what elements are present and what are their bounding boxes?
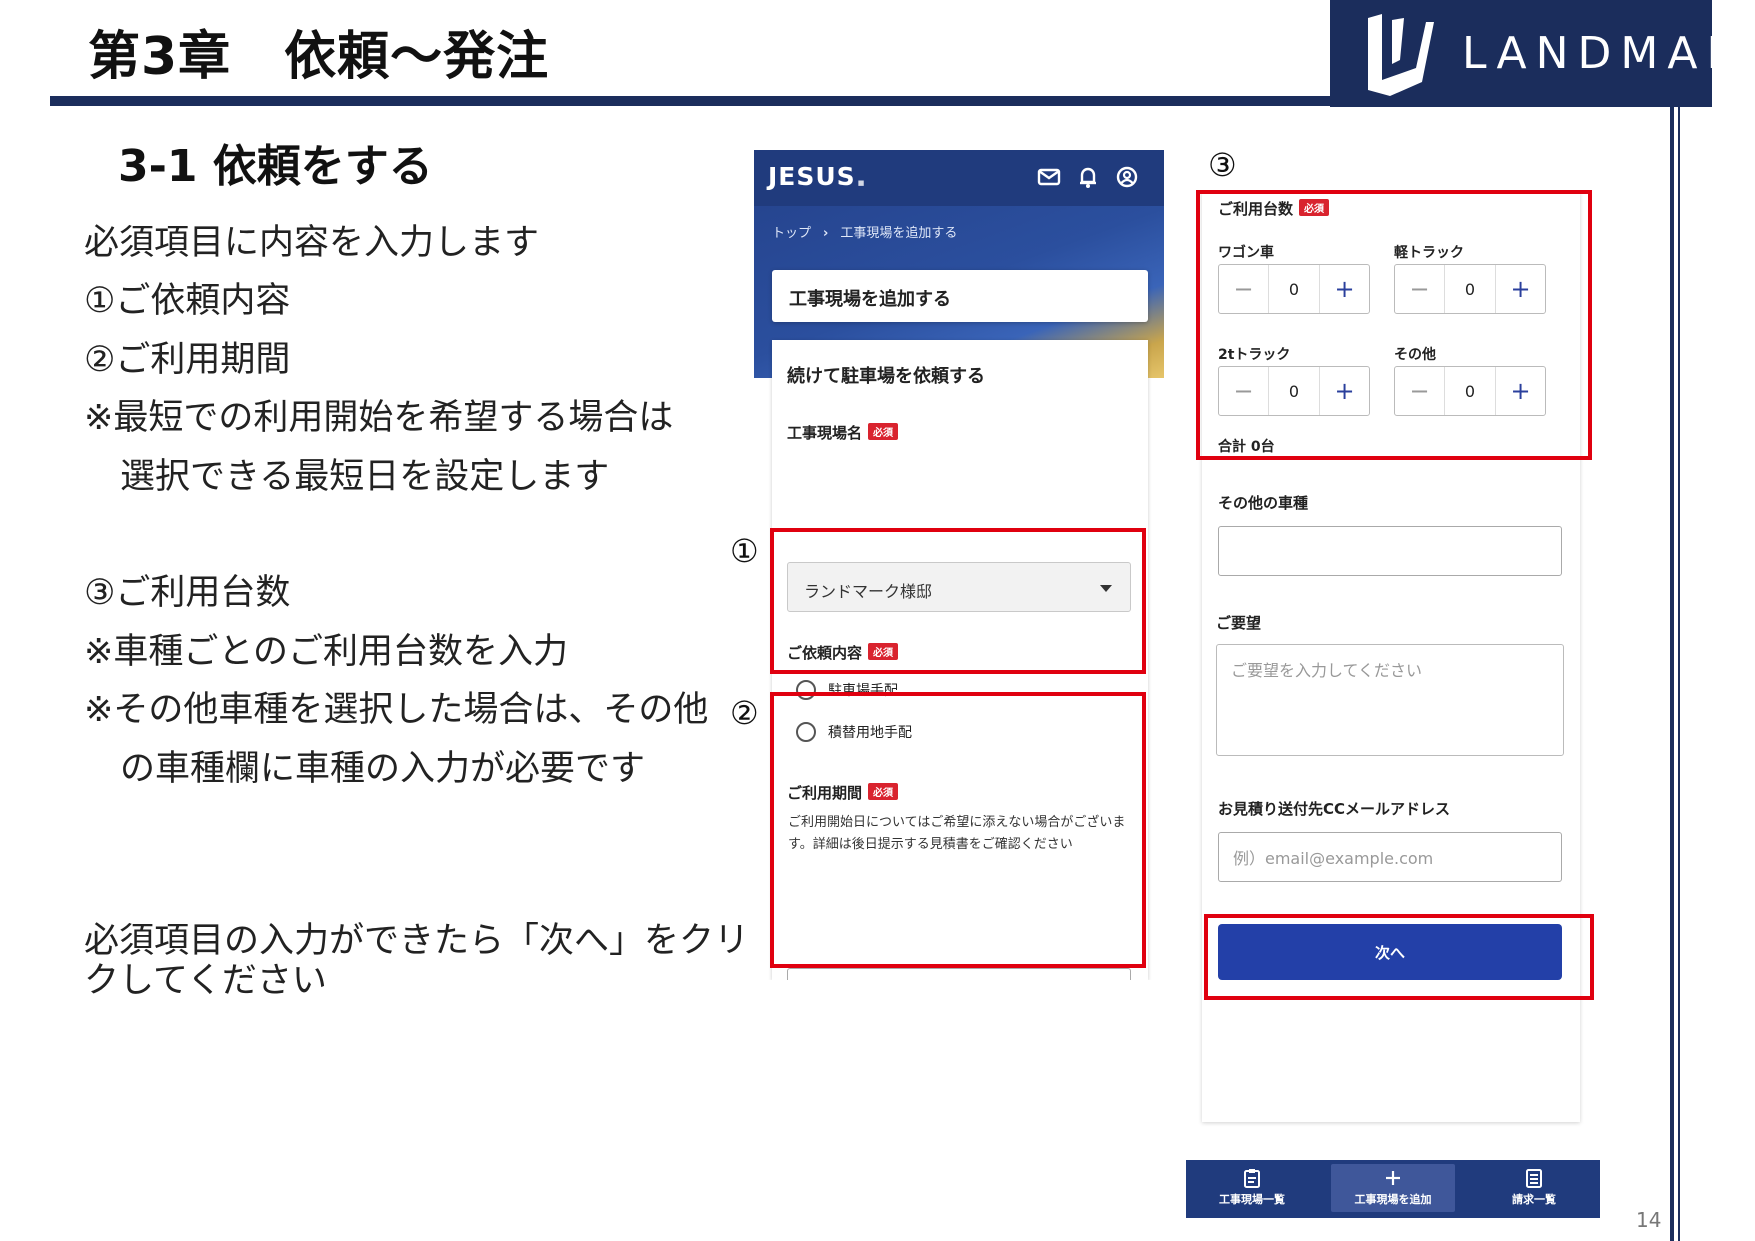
section-title: 3-1 依頼をする: [118, 141, 433, 192]
site-name-label-text: 工事現場名: [787, 424, 863, 442]
nav-label: 工事現場一覧: [1219, 1193, 1285, 1206]
account-icon[interactable]: [1114, 164, 1140, 190]
document-list-icon: [1526, 1169, 1542, 1188]
breadcrumb: トップ › 工事現場を追加する: [772, 222, 957, 241]
breadcrumb-current: 工事現場を追加する: [840, 226, 958, 241]
logo-text: LANDMARK: [1462, 28, 1755, 79]
description-line: クしてください: [84, 961, 327, 1001]
landmark-logo-icon: [1368, 14, 1434, 96]
callout-2: ②: [730, 694, 759, 732]
site-name-label: 工事現場名 必須: [787, 422, 899, 443]
other-vehicle-type-label: その他の車種: [1218, 494, 1309, 512]
description-line: ③ご利用台数: [84, 573, 291, 613]
header-rule: [50, 96, 1330, 106]
nav-item-site-list[interactable]: 工事現場一覧: [1190, 1164, 1314, 1212]
callout-1: ①: [730, 532, 759, 570]
logo: LANDMARK: [1330, 0, 1755, 107]
cc-email-label: お見積り送付先CCメールアドレス: [1218, 800, 1451, 818]
right-rule-thin: [1678, 107, 1680, 1241]
form-heading: 続けて駐車場を依頼する: [787, 366, 985, 387]
mail-icon[interactable]: [1036, 164, 1062, 190]
description-line: ①ご依頼内容: [84, 281, 291, 321]
plus-icon: [1386, 1171, 1400, 1185]
cc-email-input[interactable]: 例）email@example.com: [1218, 832, 1562, 882]
description-line: ※最短での利用開始を希望する場合は: [84, 398, 674, 438]
brand-name: JESUS: [768, 162, 856, 191]
bell-icon[interactable]: [1075, 164, 1101, 190]
required-badge: 必須: [868, 423, 899, 440]
highlight-box-request-type: [770, 528, 1146, 674]
highlight-box-vehicle-count: [1196, 190, 1592, 460]
other-vehicle-type-input[interactable]: [1218, 526, 1562, 576]
breadcrumb-top[interactable]: トップ: [772, 222, 811, 241]
description-line: の車種欄に車種の入力が必要です: [120, 749, 646, 789]
description-line: 選択できる最短日を設定します: [120, 457, 610, 497]
description-line: ※その他車種を選択した場合は、その他: [84, 690, 709, 730]
clipboard-icon: [1244, 1169, 1260, 1188]
page-title: 工事現場を追加する: [789, 289, 951, 310]
nav-item-invoice-list[interactable]: 請求一覧: [1472, 1164, 1596, 1212]
page-number: 14: [1636, 1208, 1662, 1232]
description-line: ②ご利用期間: [84, 340, 291, 380]
request-notes-textarea[interactable]: ご要望を入力してください: [1216, 644, 1564, 756]
nav-label: 請求一覧: [1512, 1193, 1556, 1206]
highlight-box-period: [770, 692, 1146, 968]
request-notes-placeholder: ご要望を入力してください: [1231, 661, 1423, 680]
callout-3: ③: [1208, 146, 1237, 184]
page-title-card: 工事現場を追加する: [772, 270, 1148, 322]
description-line: 必須項目に内容を入力します: [84, 223, 540, 263]
chevron-right-icon: ›: [823, 226, 829, 241]
app-bar: JESUS ■: [754, 150, 1164, 206]
right-rule: [1670, 107, 1674, 1241]
request-notes-label: ご要望: [1216, 614, 1262, 632]
nav-label: 工事現場を追加: [1354, 1193, 1432, 1206]
nav-item-add-site[interactable]: 工事現場を追加: [1331, 1164, 1455, 1212]
description-line: ※車種ごとのご利用台数を入力: [84, 632, 568, 672]
bottom-navigation: 工事現場一覧 工事現場を追加 請求一覧: [1186, 1160, 1600, 1218]
highlight-box-next-button: [1204, 914, 1594, 1000]
chapter-title: 第3章 依頼～発注: [88, 27, 550, 87]
brand-logo[interactable]: JESUS ■: [768, 162, 865, 191]
start-date-field[interactable]: [787, 968, 1131, 980]
cc-email-placeholder: 例）email@example.com: [1233, 849, 1434, 868]
